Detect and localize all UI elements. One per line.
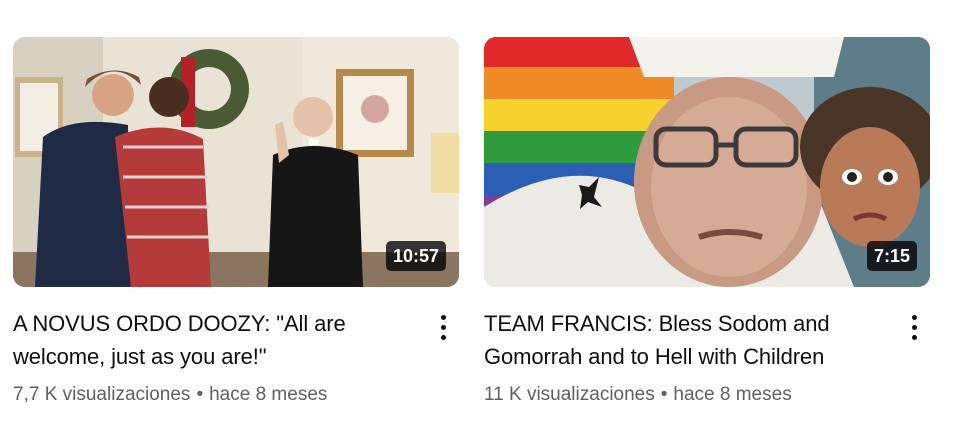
- thumbnail-image-pope: [484, 37, 930, 287]
- video-duration-badge: 7:15: [866, 241, 917, 271]
- separator-dot: •: [660, 384, 668, 405]
- view-count: 11 K visualizaciones: [484, 384, 655, 405]
- video-card[interactable]: 10:57 A NOVUS ORDO DOOZY: "All are welco…: [13, 37, 459, 407]
- upload-age: hace 8 meses: [209, 384, 328, 405]
- upload-age: hace 8 meses: [673, 384, 792, 405]
- video-title[interactable]: TEAM FRANCIS: Bless Sodom and Gomorrah a…: [484, 307, 890, 373]
- video-stats: 7,7 K visualizaciones • hace 8 meses: [13, 383, 419, 407]
- video-stats: 11 K visualizaciones • hace 8 meses: [484, 383, 890, 407]
- separator-dot: •: [196, 384, 204, 405]
- video-card[interactable]: 7:15 TEAM FRANCIS: Bless Sodom and Gomor…: [484, 37, 930, 407]
- more-vert-icon[interactable]: [898, 307, 930, 347]
- video-thumbnail[interactable]: 7:15: [484, 37, 930, 287]
- more-vert-icon[interactable]: [427, 307, 459, 347]
- video-title[interactable]: A NOVUS ORDO DOOZY: "All are welcome, ju…: [13, 307, 419, 373]
- video-thumbnail[interactable]: 10:57: [13, 37, 459, 287]
- video-duration-badge: 10:57: [385, 241, 446, 271]
- view-count: 7,7 K visualizaciones: [13, 384, 191, 405]
